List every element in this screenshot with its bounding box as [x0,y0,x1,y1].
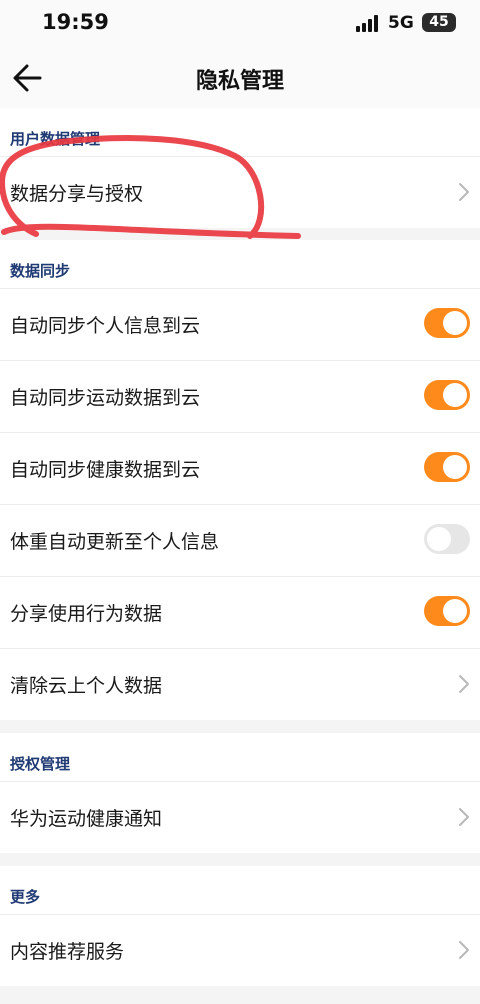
chevron-right-icon [459,183,469,201]
share-usage-data-toggle[interactable] [424,596,470,626]
row-sync-personal-info[interactable]: 自动同步个人信息到云 [0,288,480,360]
toggle-knob [443,311,467,335]
toggle-knob [443,383,467,407]
toggle-knob [443,455,467,479]
section-authorization: 授权管理 华为运动健康通知 [0,733,480,853]
section-header: 用户数据管理 [10,130,101,148]
sync-health-data-toggle[interactable] [424,452,470,482]
row-data-sharing-authorization[interactable]: 数据分享与授权 [0,156,480,228]
row-share-usage-data[interactable]: 分享使用行为数据 [0,576,480,648]
section-data-sync: 数据同步 自动同步个人信息到云 自动同步运动数据到云 自动同步健康数据到云 体重… [0,240,480,720]
status-time: 19:59 [42,10,109,34]
status-bar: 19:59 5G 45 [0,0,480,48]
chevron-right-icon [459,675,469,693]
toggle-knob [443,599,467,623]
battery-icon: 45 [422,13,456,32]
section-header: 授权管理 [10,755,71,773]
row-weight-auto-update[interactable]: 体重自动更新至个人信息 [0,504,480,576]
row-label: 自动同步个人信息到云 [10,315,201,337]
section-more: 更多 内容推荐服务 [0,866,480,986]
section-user-data: 用户数据管理 数据分享与授权 [0,108,480,228]
section-header: 数据同步 [10,262,71,280]
weight-auto-update-toggle[interactable] [424,524,470,554]
sync-sports-data-toggle[interactable] [424,380,470,410]
network-type: 5G [388,13,414,33]
chevron-right-icon [459,941,469,959]
row-content-recommendation[interactable]: 内容推荐服务 [0,914,480,986]
privacy-management-screen: 19:59 5G 45 隐私管理 用户数据管理 数据分享与授权 数据同步 自动同… [0,0,480,1004]
chevron-right-icon [459,808,469,826]
page-title: 隐私管理 [195,69,284,94]
signal-strength-icon [356,15,380,32]
section-header: 更多 [10,888,41,906]
toggle-knob [427,527,451,551]
row-label: 华为运动健康通知 [10,808,163,830]
row-sync-health-data[interactable]: 自动同步健康数据到云 [0,432,480,504]
row-label: 自动同步运动数据到云 [10,387,201,409]
row-label: 体重自动更新至个人信息 [10,531,220,553]
row-clear-cloud-data[interactable]: 清除云上个人数据 [0,648,480,720]
row-sync-sports-data[interactable]: 自动同步运动数据到云 [0,360,480,432]
row-label: 分享使用行为数据 [10,603,163,625]
row-label: 清除云上个人数据 [10,675,163,697]
sync-personal-info-toggle[interactable] [424,308,470,338]
nav-bar: 隐私管理 [0,48,480,108]
row-label: 内容推荐服务 [10,941,125,963]
row-label: 自动同步健康数据到云 [10,459,201,481]
row-huawei-health-notification[interactable]: 华为运动健康通知 [0,781,480,853]
row-label: 数据分享与授权 [10,183,144,205]
